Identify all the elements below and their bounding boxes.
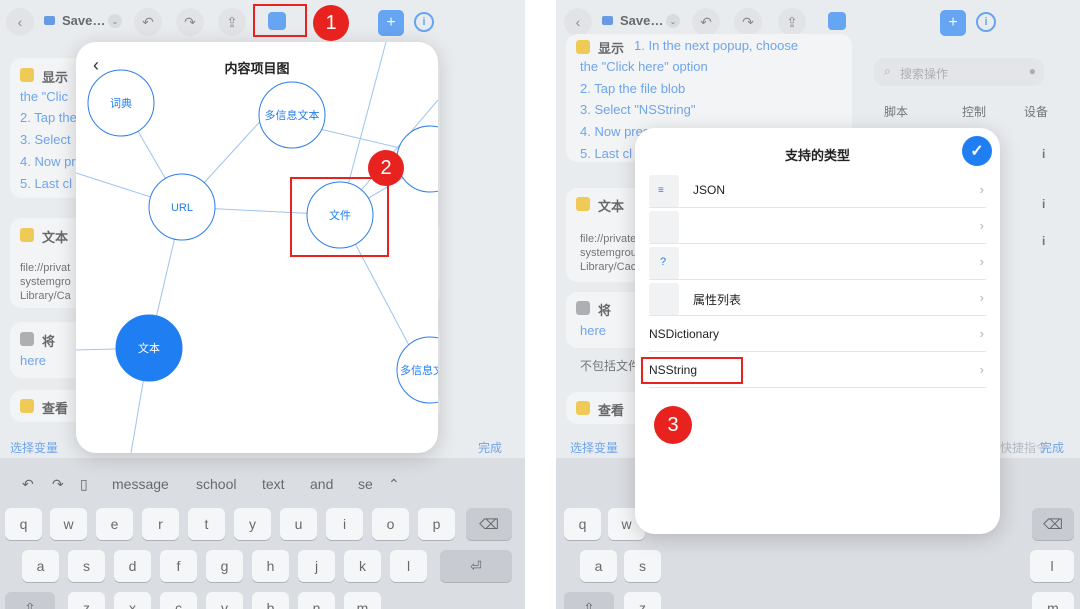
modal-title: 支持的类型: [784, 148, 850, 163]
node-label-dictionary: 词典: [110, 96, 132, 110]
question-document-icon: ?: [649, 247, 679, 279]
highlight-box-stop: [253, 4, 307, 37]
type-label-property-list: 属性列表: [693, 293, 742, 307]
chevron-right-icon: ›: [979, 362, 984, 377]
step-marker-2: 2: [368, 150, 404, 186]
type-row-nsdictionary[interactable]: NSDictionary ›: [649, 316, 986, 352]
node-label-rich-text: 多信息文本: [265, 108, 320, 122]
supported-types-modal: 支持的类型 ✓ ≡ JSON › › ? › 属性列表 › NSDictiona…: [635, 128, 1000, 534]
document-icon: [649, 283, 679, 315]
node-label-rich-text-2: 多信息文: [400, 363, 438, 377]
step-marker-3: 3: [654, 406, 692, 444]
chevron-right-icon: ›: [979, 254, 984, 269]
right-screenshot-panel: ‹ Save… ⌄ ↶ ↷ ⇪ + i 显示 1. In the next po…: [556, 0, 1080, 609]
type-row-property-list[interactable]: 属性列表 ›: [649, 280, 986, 316]
document-icon: [649, 211, 679, 243]
highlight-box-nsstring: [641, 357, 743, 384]
left-screenshot-panel: ‹ Save… ⌄ ↶ ↷ ⇪ + i 显示 the "Clic 2. Tap …: [0, 0, 525, 609]
document-icon: ≡: [649, 175, 679, 207]
type-label-json: JSON: [693, 183, 726, 197]
node-label-url: URL: [171, 202, 193, 214]
highlight-box-file: [290, 177, 389, 257]
type-row-blank-1[interactable]: ›: [649, 208, 986, 244]
type-row-unknown[interactable]: ? ›: [649, 244, 986, 280]
graph-node-partial[interactable]: [396, 125, 438, 193]
chevron-right-icon: ›: [979, 218, 984, 233]
checkmark-icon[interactable]: ✓: [962, 136, 992, 166]
type-row-json[interactable]: ≡ JSON ›: [649, 172, 986, 208]
chevron-right-icon: ›: [979, 182, 984, 197]
chevron-right-icon: ›: [979, 290, 984, 305]
node-label-text: 文本: [138, 341, 160, 355]
step-marker-1: 1: [313, 5, 349, 41]
type-label-nsdictionary: NSDictionary: [649, 327, 720, 341]
chevron-right-icon: ›: [979, 326, 984, 341]
